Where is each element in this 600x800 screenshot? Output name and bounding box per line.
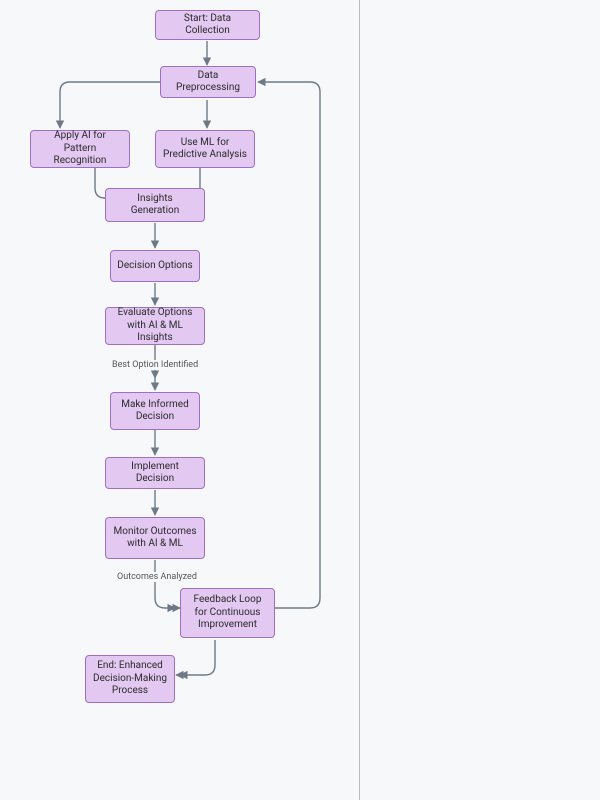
node-label: End: Enhanced Decision-Making Process: [92, 660, 168, 698]
node-label: Feedback Loop for Continuous Improvement: [187, 594, 268, 632]
node-implement: Implement Decision: [105, 457, 205, 489]
node-label: Make Informed Decision: [117, 399, 193, 424]
node-preprocess: Data Preprocessing: [160, 66, 256, 98]
edge-label-best-option: Best Option Identified: [110, 360, 200, 370]
divider-line: [359, 0, 360, 800]
node-label: Use ML for Predictive Analysis: [162, 137, 248, 162]
node-end: End: Enhanced Decision-Making Process: [85, 655, 175, 703]
node-label: Monitor Outcomes with AI & ML: [112, 526, 198, 551]
node-monitor: Monitor Outcomes with AI & ML: [105, 517, 205, 559]
flowchart-canvas: Start: Data Collection Data Preprocessin…: [0, 0, 600, 800]
node-label: Implement Decision: [112, 461, 198, 486]
node-ml-predict: Use ML for Predictive Analysis: [155, 130, 255, 168]
node-ai-pattern: Apply AI for Pattern Recognition: [30, 130, 130, 168]
node-label: Decision Options: [117, 260, 192, 273]
node-evaluate: Evaluate Options with AI & ML Insights: [105, 307, 205, 345]
node-feedback: Feedback Loop for Continuous Improvement: [180, 588, 275, 638]
node-label: Insights Generation: [112, 193, 198, 218]
node-options: Decision Options: [110, 250, 200, 282]
node-make: Make Informed Decision: [110, 392, 200, 430]
edge-label-outcomes: Outcomes Analyzed: [115, 572, 199, 582]
node-label: Apply AI for Pattern Recognition: [37, 130, 123, 168]
node-label: Evaluate Options with AI & ML Insights: [112, 307, 198, 345]
node-label: Start: Data Collection: [162, 13, 253, 38]
node-label: Data Preprocessing: [167, 70, 249, 95]
node-start: Start: Data Collection: [155, 10, 260, 40]
node-insights: Insights Generation: [105, 188, 205, 222]
